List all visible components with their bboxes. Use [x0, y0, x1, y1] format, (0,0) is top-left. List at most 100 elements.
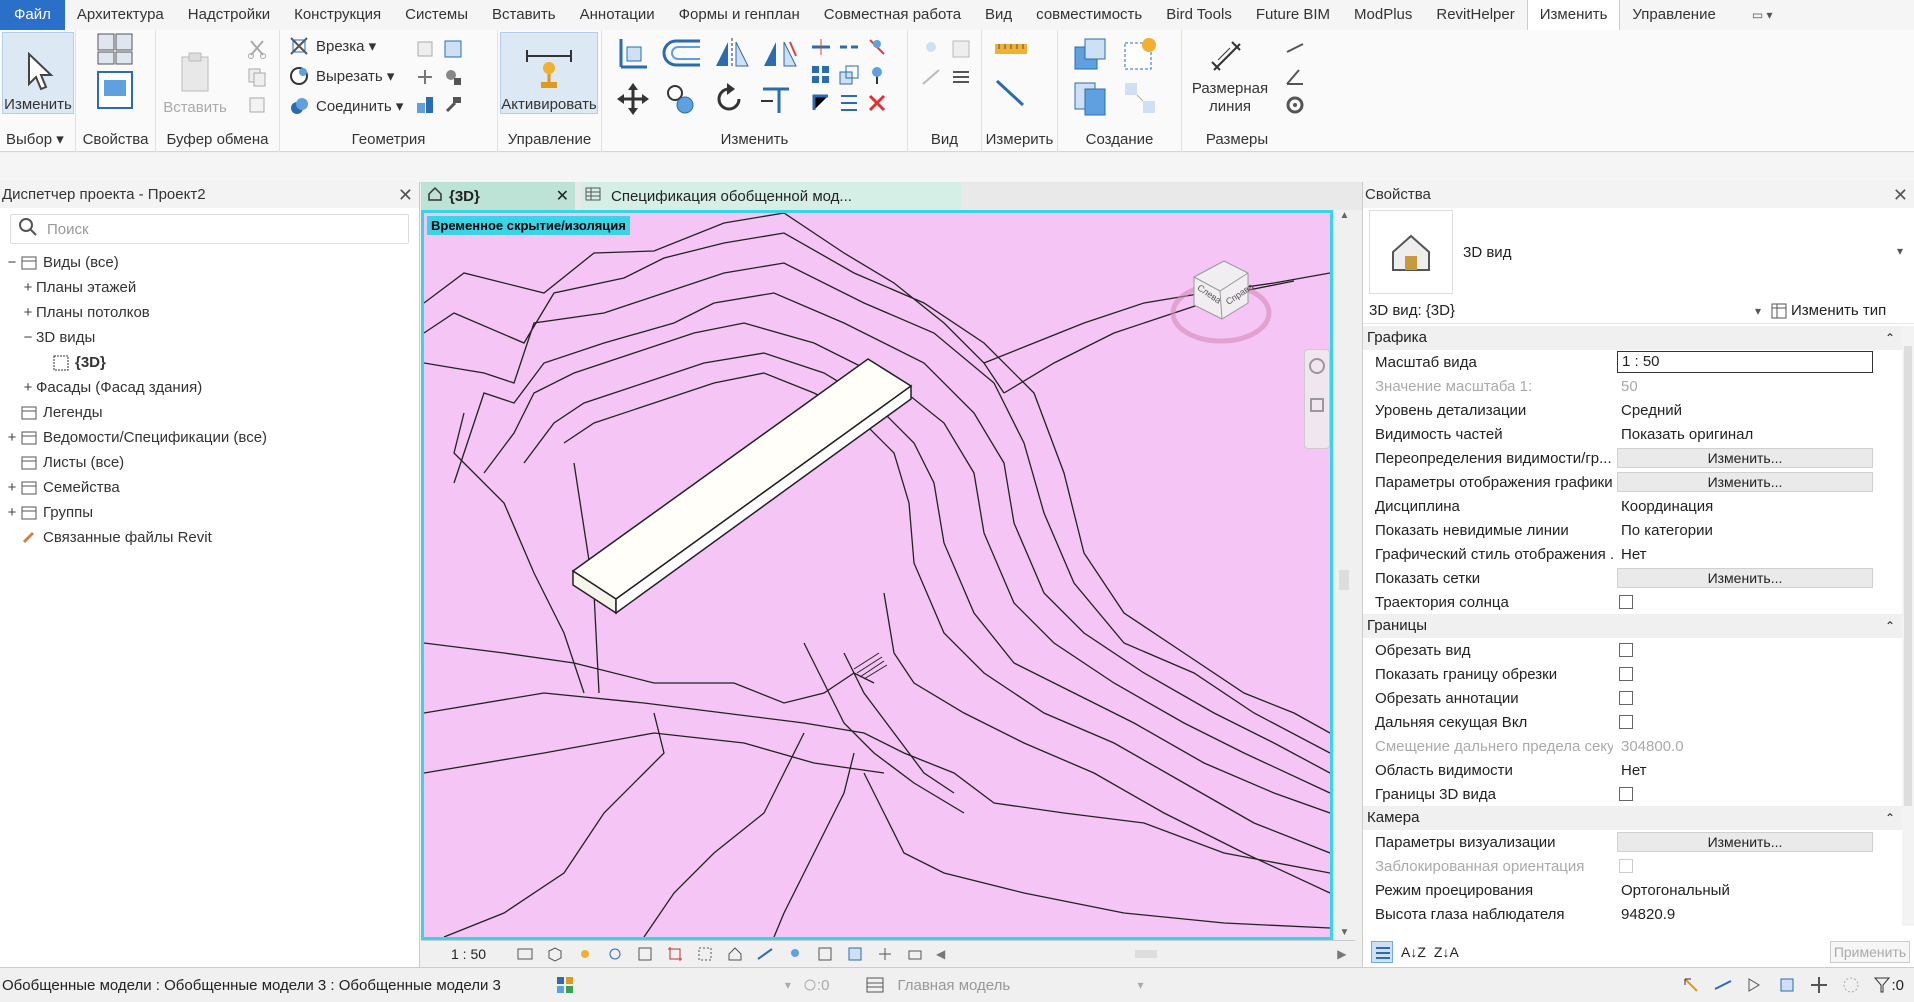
scroll-thumb[interactable] [1339, 570, 1349, 590]
menu-tab[interactable]: Архитектура [65, 0, 176, 30]
collapse-icon[interactable]: − [20, 329, 36, 346]
type-dropdown-icon[interactable]: ▾ [1897, 244, 1903, 258]
paste-button[interactable]: Вставить [163, 32, 227, 116]
property-value[interactable]: 94820.9 [1613, 906, 1903, 923]
collapse-section-icon[interactable]: ⌃ [1885, 326, 1895, 350]
menu-tab[interactable]: Управление [1620, 0, 1727, 30]
menu-tab[interactable]: Конструкция [282, 0, 393, 30]
split-face-icon[interactable] [412, 64, 438, 90]
scroll-down-icon[interactable]: ▼ [1334, 927, 1355, 938]
unpin-icon[interactable] [864, 34, 890, 60]
zoom-icon[interactable] [1310, 398, 1324, 412]
menu-tab[interactable]: Формы и генплан [667, 0, 812, 30]
split-element-icon[interactable] [808, 34, 834, 60]
expand-icon[interactable]: + [4, 504, 20, 521]
scale-icon[interactable] [836, 62, 862, 88]
property-checkbox[interactable] [1619, 595, 1633, 609]
select-underlay-icon[interactable] [1713, 975, 1733, 995]
tab-schedule[interactable]: Спецификация обобщенной мод... [581, 182, 961, 210]
edit-button[interactable]: Изменить... [1617, 448, 1873, 468]
tree-node[interactable]: + Планы потолков [0, 300, 419, 325]
mirror-axis-icon[interactable] [712, 36, 752, 70]
menu-tab[interactable]: Вставить [480, 0, 568, 30]
thin-lines-icon[interactable] [948, 64, 974, 90]
quick-access-dropdown-icon[interactable]: ▭ ▾ [1740, 0, 1785, 30]
property-checkbox[interactable] [1619, 667, 1633, 681]
line-work-icon[interactable] [918, 64, 944, 90]
design-options-icon[interactable] [865, 975, 885, 995]
properties-button[interactable] [86, 30, 146, 116]
tree-node[interactable]: + Группы [0, 500, 419, 525]
match-properties-icon[interactable] [244, 92, 270, 118]
menu-tab[interactable]: ModPlus [1342, 0, 1424, 30]
mirror-draw-icon[interactable] [760, 36, 800, 70]
tree-node[interactable]: + Ведомости/Спецификации (все) [0, 425, 419, 450]
property-value[interactable]: Нет [1613, 762, 1903, 779]
steering-wheel-icon[interactable] [1309, 358, 1325, 374]
view-scale[interactable]: 1 : 50 [451, 946, 486, 962]
cope-button[interactable]: Врезка ▾ [288, 35, 376, 57]
property-value[interactable]: Показать оригинал [1613, 426, 1903, 443]
tree-node[interactable]: − Виды (все) [0, 250, 419, 275]
create-similar-icon[interactable] [1120, 78, 1160, 118]
workset-dropdown-icon[interactable]: ▾ [785, 978, 791, 992]
close-icon[interactable]: ✕ [398, 182, 413, 208]
worksets-icon[interactable] [555, 975, 575, 995]
viewport-vertical-scrollbar[interactable]: ▲ ▼ [1333, 210, 1355, 940]
beam-join-icon[interactable] [412, 92, 438, 118]
model-dropdown-icon[interactable]: ▾ [1137, 978, 1143, 992]
properties-scrollbar[interactable] [1902, 326, 1914, 926]
property-value[interactable]: Нет [1613, 546, 1903, 563]
edit-type-button[interactable]: Изменить тип [1771, 302, 1886, 319]
navigation-bar[interactable] [1304, 349, 1330, 449]
tree-node[interactable]: + Семейства [0, 475, 419, 500]
modify-button[interactable]: Изменить [2, 32, 74, 114]
property-value[interactable]: По категории [1613, 522, 1903, 539]
3d-viewport[interactable]: Временное скрытие/изоляция Слева Справа [421, 210, 1333, 940]
menu-tab[interactable]: Надстройки [176, 0, 282, 30]
tab-3d[interactable]: {3D} ✕ [421, 182, 575, 210]
worksharing-icon[interactable] [816, 945, 834, 963]
edit-button[interactable]: Изменить... [1617, 832, 1873, 852]
filter-count[interactable]: :0 [1873, 976, 1904, 994]
wall-joins-icon[interactable] [412, 36, 438, 62]
property-value[interactable]: Координация [1613, 498, 1903, 515]
create-parts-icon[interactable] [1120, 34, 1160, 74]
override-graphics-icon[interactable] [948, 36, 974, 62]
join-button[interactable]: Соединить ▾ [288, 95, 403, 117]
menu-tab[interactable]: Системы [393, 0, 480, 30]
move-icon[interactable] [616, 82, 650, 116]
pin-icon[interactable] [864, 62, 890, 88]
crop-region-icon[interactable] [696, 945, 714, 963]
render-icon[interactable] [636, 945, 654, 963]
edit-button[interactable]: Изменить... [1617, 472, 1873, 492]
delete-icon[interactable] [864, 90, 890, 116]
crop-view-icon[interactable] [666, 945, 684, 963]
sort-ascending-icon[interactable]: A↓Z [1401, 944, 1426, 960]
temporary-hide-icon[interactable] [756, 945, 774, 963]
cut-geometry-button[interactable]: Вырезать ▾ [288, 65, 394, 87]
reveal-hidden-icon[interactable] [786, 945, 804, 963]
menu-tab[interactable]: Вид [973, 0, 1024, 30]
expand-icon[interactable]: + [4, 429, 20, 446]
analytical-model-icon[interactable] [876, 945, 894, 963]
select-pinned-icon[interactable] [1745, 975, 1765, 995]
collapse-icon[interactable]: − [4, 254, 20, 271]
property-value[interactable]: Средний [1613, 402, 1903, 419]
menu-tab[interactable]: Аннотации [568, 0, 667, 30]
apply-button[interactable]: Применить [1830, 941, 1910, 963]
hscroll-left-icon[interactable]: ◀ [936, 947, 945, 961]
edit-button[interactable]: Изменить... [1617, 568, 1873, 588]
select-by-face-icon[interactable] [1777, 975, 1797, 995]
viewcube[interactable]: Слева Справа [1166, 243, 1276, 353]
menu-tab[interactable]: RevitHelper [1424, 0, 1526, 30]
tab-close-icon[interactable]: ✕ [556, 186, 569, 206]
properties-section-header[interactable]: Камера ⌃ [1363, 806, 1903, 830]
instance-dropdown-icon[interactable]: ▾ [1755, 304, 1761, 318]
expand-icon[interactable]: + [20, 379, 36, 396]
detail-level-icon[interactable] [516, 945, 534, 963]
collapse-section-icon[interactable]: ⌃ [1885, 806, 1895, 830]
menu-tab[interactable]: совместимость [1024, 0, 1154, 30]
sun-path-icon[interactable] [576, 945, 594, 963]
property-value[interactable]: Ортогональный [1613, 882, 1903, 899]
